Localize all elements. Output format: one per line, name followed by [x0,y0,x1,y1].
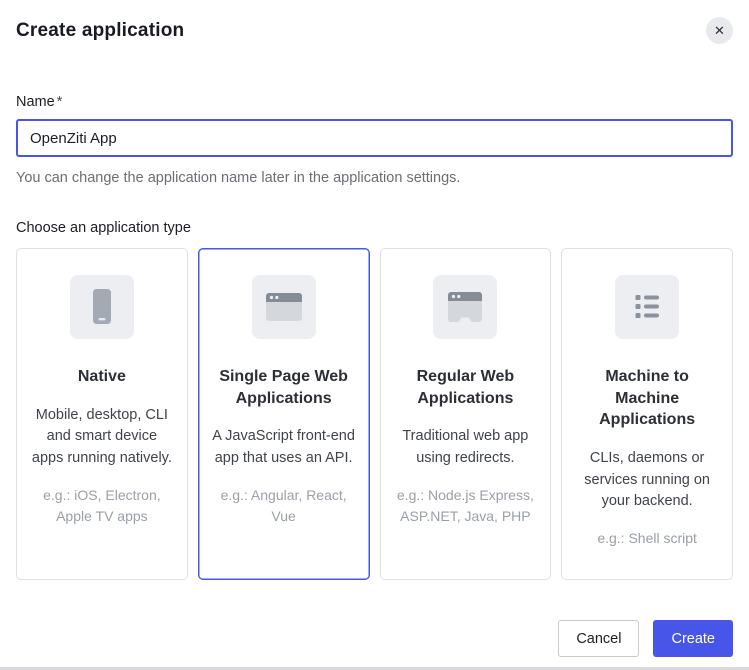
application-type-label: Choose an application type [16,220,733,236]
app-type-card-regular-web[interactable]: Regular Web Applications Traditional web… [380,248,552,580]
create-application-modal: Create application ✕ Name* You can chang… [0,0,749,670]
card-description: Mobile, desktop, CLI and smart device ap… [29,405,175,470]
web-server-icon [433,275,497,339]
icon-tile [70,275,134,339]
close-button[interactable]: ✕ [706,17,733,44]
close-icon: ✕ [714,24,725,37]
card-title: Native [29,366,175,388]
icon-tile [615,275,679,339]
list-rows-icon [615,275,679,339]
name-help-text: You can change the application name late… [16,170,733,186]
modal-body: Name* You can change the application nam… [0,94,749,580]
modal-title: Create application [16,20,184,42]
browser-window-icon [252,275,316,339]
icon-tile [433,275,497,339]
card-example: e.g.: Angular, React, Vue [211,485,357,527]
card-description: Traditional web app using redirects. [393,426,539,470]
card-example: e.g.: Shell script [574,528,720,549]
modal-header: Create application ✕ [0,0,749,44]
card-description: A JavaScript front-end app that uses an … [211,426,357,470]
card-description: CLIs, daemons or services running on you… [574,448,720,513]
create-button[interactable]: Create [653,620,733,657]
card-title: Single Page Web Applications [211,366,357,409]
card-title: Machine to Machine Applications [574,366,720,431]
app-type-card-m2m[interactable]: Machine to Machine Applications CLIs, da… [561,248,733,580]
app-type-card-spa[interactable]: Single Page Web Applications A JavaScrip… [198,248,370,580]
icon-tile [252,275,316,339]
required-asterisk: * [57,94,63,110]
card-example: e.g.: iOS, Electron, Apple TV apps [29,485,175,527]
card-title: Regular Web Applications [393,366,539,409]
name-label: Name* [16,94,733,110]
smartphone-icon [70,275,134,339]
app-type-card-native[interactable]: Native Mobile, desktop, CLI and smart de… [16,248,188,580]
modal-footer: Cancel Create [558,620,733,657]
app-type-cards: Native Mobile, desktop, CLI and smart de… [16,248,733,580]
card-example: e.g.: Node.js Express, ASP.NET, Java, PH… [393,485,539,527]
application-name-input[interactable] [16,119,733,157]
cancel-button[interactable]: Cancel [558,620,639,657]
